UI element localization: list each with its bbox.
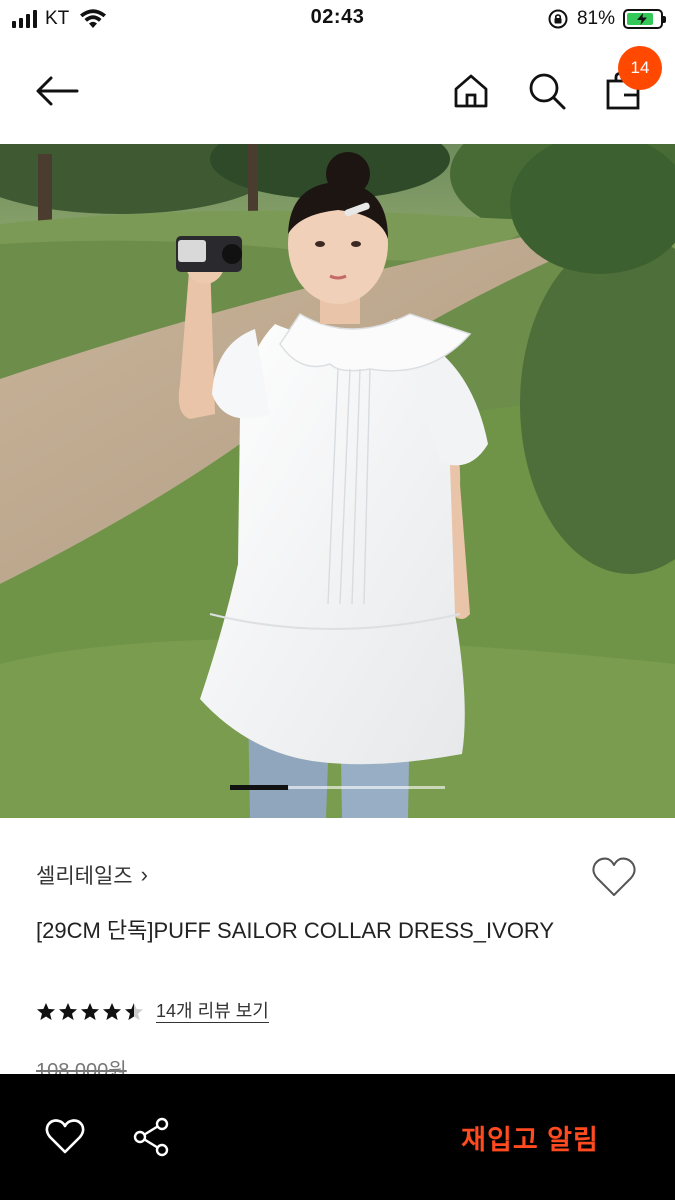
star-full-icon xyxy=(103,1002,121,1020)
home-icon xyxy=(454,74,488,108)
restock-alert-button[interactable]: 재입고 알림 xyxy=(420,1104,640,1170)
back-button[interactable] xyxy=(32,66,82,116)
rating-stars xyxy=(36,1002,144,1022)
battery-percent: 81% xyxy=(576,8,615,29)
chevron-right-icon: › xyxy=(140,862,148,887)
brand-name: 셀리테일즈 xyxy=(36,865,133,888)
bottom-action-bar: 재입고 알림 xyxy=(0,1074,675,1200)
battery-icon xyxy=(623,9,666,29)
product-image-gallery[interactable] xyxy=(0,144,675,818)
gallery-progress xyxy=(230,785,445,790)
cart-count-badge: 14 xyxy=(618,46,662,90)
star-full-icon xyxy=(37,1002,55,1020)
battery-fill xyxy=(627,13,653,25)
back-arrow-icon xyxy=(36,76,79,106)
search-button[interactable] xyxy=(522,66,572,116)
home-button[interactable] xyxy=(446,66,496,116)
charging-bolt-icon xyxy=(637,13,647,25)
wishlist-button[interactable] xyxy=(589,853,639,903)
brand-link[interactable]: 셀리테일즈 › xyxy=(36,860,148,890)
product-title: [29CM 단독]PUFF SAILOR COLLAR DRESS_IVORY xyxy=(36,918,555,943)
star-full-icon xyxy=(59,1002,77,1020)
gallery-progress-fill xyxy=(230,785,289,790)
status-right: 81% xyxy=(547,6,666,32)
review-link[interactable]: 14개 리뷰 보기 xyxy=(156,1000,269,1023)
heart-icon xyxy=(45,1119,85,1154)
status-bar: KT 02:43 81% xyxy=(0,0,675,38)
star-full-icon xyxy=(81,1002,99,1020)
bottom-wishlist-button[interactable] xyxy=(40,1112,90,1162)
orientation-lock-icon xyxy=(548,9,568,29)
share-button[interactable] xyxy=(126,1112,176,1162)
star-half-icon xyxy=(125,1002,143,1020)
search-icon xyxy=(529,73,566,110)
nav-bar xyxy=(0,38,675,144)
heart-outline-icon xyxy=(592,857,636,896)
share-icon xyxy=(133,1117,169,1157)
rating-row: 14개 리뷰 보기 xyxy=(36,1000,269,1023)
